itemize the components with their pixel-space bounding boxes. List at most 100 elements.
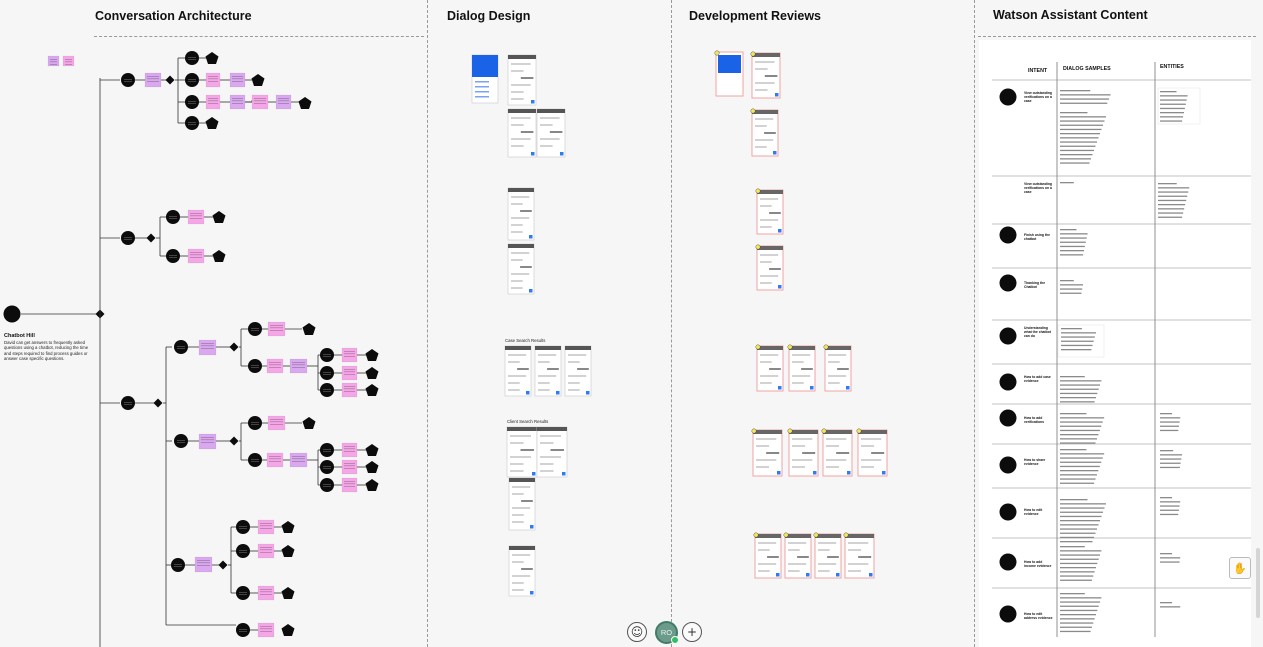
intent-node bbox=[999, 503, 1017, 521]
end-pentagon bbox=[365, 461, 379, 473]
node-text-mark bbox=[239, 631, 247, 632]
sticky-text-mark bbox=[208, 76, 218, 77]
mock-text-line bbox=[508, 375, 527, 377]
mock-text-line bbox=[538, 375, 557, 377]
sticky-text-mark bbox=[201, 439, 214, 441]
mock-text-line bbox=[520, 210, 532, 212]
sticky-note bbox=[289, 358, 308, 374]
add-collaborator-icon[interactable]: + bbox=[682, 622, 702, 642]
sample-text-line bbox=[1060, 429, 1100, 432]
sample-text-line bbox=[1060, 532, 1096, 534]
sticky-text-mark bbox=[201, 345, 214, 347]
vertical-scrollbar[interactable] bbox=[1256, 548, 1260, 618]
sample-text-line bbox=[1060, 380, 1102, 382]
sample-text-line bbox=[1061, 340, 1094, 342]
sticky-text-mark bbox=[344, 369, 355, 370]
sample-text-line bbox=[1060, 284, 1083, 286]
mock-text-line bbox=[755, 68, 768, 70]
reaction-emoji-icon[interactable]: ☺ bbox=[627, 622, 647, 642]
mock-text-line bbox=[848, 570, 862, 572]
sample-text-line bbox=[1060, 438, 1097, 440]
sample-text-line bbox=[1060, 376, 1085, 378]
sample-text-line bbox=[1160, 501, 1181, 503]
flow-node bbox=[320, 460, 334, 474]
sticky-text-mark bbox=[190, 254, 202, 256]
end-pentagon bbox=[212, 250, 226, 262]
mock-text-line bbox=[511, 138, 531, 140]
sticky-text-mark bbox=[344, 465, 355, 467]
sample-text-line bbox=[1060, 417, 1105, 419]
sample-text-line bbox=[1060, 124, 1103, 126]
sticky-note bbox=[267, 321, 286, 337]
sticky-text-mark bbox=[190, 213, 202, 214]
mock-send-icon bbox=[776, 573, 780, 577]
sample-text-line bbox=[1060, 474, 1097, 476]
sticky-text-mark bbox=[270, 325, 283, 326]
mock-text-line bbox=[508, 389, 520, 391]
sticky-text-mark bbox=[65, 61, 72, 63]
sample-text-line bbox=[1060, 442, 1096, 444]
node-text-mark bbox=[169, 257, 177, 258]
mock-text-line bbox=[826, 438, 847, 440]
intent-label: How to add verifications bbox=[1024, 416, 1044, 424]
sticky-text-mark bbox=[232, 100, 243, 102]
sticky-text-mark bbox=[208, 103, 218, 104]
sample-text-line bbox=[1060, 626, 1092, 628]
sticky-text-mark bbox=[232, 103, 243, 104]
mock-screen-header bbox=[508, 55, 536, 59]
entity-card bbox=[1157, 87, 1201, 125]
sample-text-line bbox=[1158, 208, 1185, 210]
mock-text-line bbox=[512, 575, 531, 577]
node-text-mark bbox=[239, 528, 247, 529]
node-text-mark bbox=[124, 81, 132, 82]
mock-screen-header bbox=[508, 188, 534, 192]
flow-node bbox=[121, 231, 135, 245]
sticky-note bbox=[257, 543, 275, 559]
sample-text-line bbox=[1160, 103, 1186, 105]
mock-text-line bbox=[755, 89, 768, 91]
flow-node bbox=[320, 383, 334, 397]
mock-send-icon bbox=[556, 391, 560, 395]
hand-tool-icon[interactable]: ✋ bbox=[1229, 557, 1251, 579]
sample-text-line bbox=[1160, 505, 1180, 507]
sticky-text-mark bbox=[292, 458, 305, 460]
sticky-text-mark bbox=[344, 388, 355, 390]
sticky-note bbox=[144, 72, 162, 88]
mock-text-line bbox=[792, 459, 813, 461]
sample-text-line bbox=[1060, 520, 1100, 522]
sticky-text-mark bbox=[208, 100, 218, 102]
sticky-text-mark bbox=[260, 591, 272, 593]
sticky-text-mark bbox=[270, 327, 283, 329]
sample-text-line bbox=[1060, 421, 1103, 423]
decision-diamond bbox=[229, 436, 239, 446]
flow-node bbox=[121, 73, 135, 87]
mock-text-line bbox=[512, 521, 524, 523]
sticky-text-mark bbox=[270, 419, 283, 420]
flow-node bbox=[236, 623, 250, 637]
sample-text-line bbox=[1160, 429, 1179, 432]
mock-screen bbox=[504, 345, 532, 397]
mock-send-icon bbox=[813, 471, 817, 475]
mock-screen-header bbox=[858, 430, 887, 434]
sample-text-line bbox=[1060, 292, 1082, 294]
whiteboard-canvas[interactable] bbox=[0, 0, 1263, 647]
sample-text-line bbox=[1158, 204, 1186, 206]
flow-node bbox=[166, 249, 180, 263]
sample-text-line bbox=[1060, 401, 1095, 403]
sample-text-line bbox=[1060, 499, 1088, 501]
mock-text-line bbox=[540, 456, 561, 458]
sticky-text-mark bbox=[270, 424, 283, 425]
mock-text-line bbox=[769, 212, 781, 214]
sticky-note bbox=[341, 459, 358, 475]
mock-text-line bbox=[521, 568, 533, 570]
mock-text-line bbox=[767, 556, 779, 558]
sample-text-line bbox=[1060, 434, 1099, 436]
mock-text-line bbox=[828, 382, 840, 384]
mock-text-line bbox=[568, 389, 580, 391]
mock-send-icon bbox=[773, 151, 777, 155]
review-comment-pin bbox=[755, 244, 761, 250]
mock-text-line bbox=[818, 549, 830, 551]
node-text-mark bbox=[169, 218, 177, 219]
sticky-note bbox=[198, 433, 217, 450]
sample-text-line bbox=[1060, 465, 1100, 468]
